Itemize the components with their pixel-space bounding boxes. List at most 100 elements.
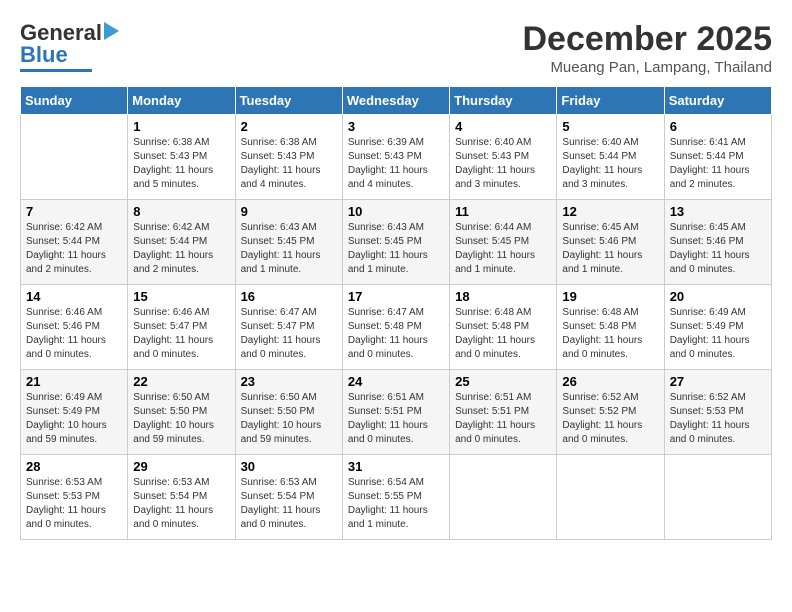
day-info: Sunrise: 6:51 AMSunset: 5:51 PMDaylight:… (348, 391, 444, 447)
day-info: Sunrise: 6:47 AMSunset: 5:47 PMDaylight:… (241, 306, 337, 362)
weekday-header-friday: Friday (557, 87, 664, 115)
day-info: Sunrise: 6:50 AMSunset: 5:50 PMDaylight:… (133, 391, 229, 447)
calendar-cell: 18Sunrise: 6:48 AMSunset: 5:48 PMDayligh… (450, 285, 557, 370)
calendar-cell: 30 Sunrise: 6:53 AMSunset: 5:54 PMDayligh… (235, 455, 342, 540)
calendar-week-row: 28Sunrise: 6:53 AMSunset: 5:53 PMDayligh… (21, 455, 772, 540)
day-info: Sunrise: 6:38 AMSunset: 5:43 PMDaylight:… (241, 136, 337, 192)
calendar-cell: 24 Sunrise: 6:51 AMSunset: 5:51 PMDayligh… (342, 370, 449, 455)
day-info: Sunrise: 6:45 AMSunset: 5:46 PMDaylight:… (562, 221, 658, 277)
weekday-header-thursday: Thursday (450, 87, 557, 115)
calendar-cell (557, 455, 664, 540)
logo-arrow-icon (104, 22, 119, 40)
day-number: 17 (348, 289, 444, 304)
day-number: 31 (348, 459, 444, 474)
calendar-cell: 11 Sunrise: 6:44 AMSunset: 5:45 PMDayligh… (450, 200, 557, 285)
calendar-cell: 20 Sunrise: 6:49 AMSunset: 5:49 PMDayligh… (664, 285, 771, 370)
day-number: 4 (455, 119, 551, 134)
calendar-cell: 23Sunrise: 6:50 AMSunset: 5:50 PMDayligh… (235, 370, 342, 455)
calendar-cell (664, 455, 771, 540)
weekday-header-wednesday: Wednesday (342, 87, 449, 115)
calendar-cell: 13 Sunrise: 6:45 AMSunset: 5:46 PMDayligh… (664, 200, 771, 285)
day-number: 21 (26, 374, 122, 389)
day-number: 13 (670, 204, 766, 219)
day-info: Sunrise: 6:45 AMSunset: 5:46 PMDaylight:… (670, 221, 766, 277)
day-number: 1 (133, 119, 229, 134)
day-info: Sunrise: 6:51 AMSunset: 5:51 PMDaylight:… (455, 391, 551, 447)
day-info: Sunrise: 6:38 AMSunset: 5:43 PMDaylight:… (133, 136, 229, 192)
calendar-cell: 17 Sunrise: 6:47 AMSunset: 5:48 PMDayligh… (342, 285, 449, 370)
day-info: Sunrise: 6:52 AMSunset: 5:53 PMDaylight:… (670, 391, 766, 447)
calendar-cell: 3Sunrise: 6:39 AMSunset: 5:43 PMDaylight… (342, 115, 449, 200)
day-info: Sunrise: 6:47 AMSunset: 5:48 PMDaylight:… (348, 306, 444, 362)
day-number: 18 (455, 289, 551, 304)
day-info: Sunrise: 6:53 AMSunset: 5:54 PMDaylight:… (133, 476, 229, 532)
page-header: General Blue December 2025 Mueang Pan, L… (20, 20, 772, 76)
day-number: 28 (26, 459, 122, 474)
day-info: Sunrise: 6:43 AMSunset: 5:45 PMDaylight:… (348, 221, 444, 277)
day-number: 7 (26, 204, 122, 219)
day-info: Sunrise: 6:52 AMSunset: 5:52 PMDaylight:… (562, 391, 658, 447)
day-number: 9 (241, 204, 337, 219)
day-number: 29 (133, 459, 229, 474)
calendar-cell: 12 Sunrise: 6:45 AMSunset: 5:46 PMDayligh… (557, 200, 664, 285)
calendar-cell: 6 Sunrise: 6:41 AMSunset: 5:44 PMDaylight… (664, 115, 771, 200)
day-number: 27 (670, 374, 766, 389)
calendar-header-row: SundayMondayTuesdayWednesdayThursdayFrid… (21, 87, 772, 115)
logo-text-general: General (20, 20, 102, 46)
calendar-table: SundayMondayTuesdayWednesdayThursdayFrid… (20, 86, 772, 540)
day-number: 24 (348, 374, 444, 389)
day-number: 3 (348, 119, 444, 134)
calendar-cell: 1 Sunrise: 6:38 AMSunset: 5:43 PMDaylight… (128, 115, 235, 200)
day-info: Sunrise: 6:46 AMSunset: 5:47 PMDaylight:… (133, 306, 229, 362)
day-number: 12 (562, 204, 658, 219)
calendar-cell: 31 Sunrise: 6:54 AMSunset: 5:55 PMDayligh… (342, 455, 449, 540)
calendar-cell: 16 Sunrise: 6:47 AMSunset: 5:47 PMDayligh… (235, 285, 342, 370)
calendar-cell: 19 Sunrise: 6:48 AMSunset: 5:48 PMDayligh… (557, 285, 664, 370)
calendar-week-row: 14Sunrise: 6:46 AMSunset: 5:46 PMDayligh… (21, 285, 772, 370)
day-info: Sunrise: 6:41 AMSunset: 5:44 PMDaylight:… (670, 136, 766, 192)
logo-underline (20, 69, 92, 72)
calendar-cell: 9 Sunrise: 6:43 AMSunset: 5:45 PMDaylight… (235, 200, 342, 285)
calendar-cell: 27 Sunrise: 6:52 AMSunset: 5:53 PMDayligh… (664, 370, 771, 455)
location-title: Mueang Pan, Lampang, Thailand (522, 59, 772, 76)
day-number: 15 (133, 289, 229, 304)
calendar-cell: 21 Sunrise: 6:49 AMSunset: 5:49 PMDayligh… (21, 370, 128, 455)
calendar-cell: 2Sunrise: 6:38 AMSunset: 5:43 PMDaylight… (235, 115, 342, 200)
day-number: 11 (455, 204, 551, 219)
day-info: Sunrise: 6:49 AMSunset: 5:49 PMDaylight:… (670, 306, 766, 362)
day-number: 23 (241, 374, 337, 389)
weekday-header-sunday: Sunday (21, 87, 128, 115)
day-number: 5 (562, 119, 658, 134)
weekday-header-saturday: Saturday (664, 87, 771, 115)
calendar-cell: 25 Sunrise: 6:51 AMSunset: 5:51 PMDayligh… (450, 370, 557, 455)
calendar-cell: 4Sunrise: 6:40 AMSunset: 5:43 PMDaylight… (450, 115, 557, 200)
day-info: Sunrise: 6:48 AMSunset: 5:48 PMDaylight:… (562, 306, 658, 362)
weekday-header-monday: Monday (128, 87, 235, 115)
calendar-cell: 29 Sunrise: 6:53 AMSunset: 5:54 PMDayligh… (128, 455, 235, 540)
day-info: Sunrise: 6:43 AMSunset: 5:45 PMDaylight:… (241, 221, 337, 277)
day-number: 22 (133, 374, 229, 389)
day-info: Sunrise: 6:42 AMSunset: 5:44 PMDaylight:… (26, 221, 122, 277)
calendar-cell: 8Sunrise: 6:42 AMSunset: 5:44 PMDaylight… (128, 200, 235, 285)
calendar-cell: 28Sunrise: 6:53 AMSunset: 5:53 PMDayligh… (21, 455, 128, 540)
logo: General Blue (20, 20, 119, 72)
day-number: 20 (670, 289, 766, 304)
day-number: 30 (241, 459, 337, 474)
calendar-cell: 15 Sunrise: 6:46 AMSunset: 5:47 PMDayligh… (128, 285, 235, 370)
calendar-cell: 22 Sunrise: 6:50 AMSunset: 5:50 PMDayligh… (128, 370, 235, 455)
day-info: Sunrise: 6:53 AMSunset: 5:54 PMDaylight:… (241, 476, 337, 532)
day-number: 10 (348, 204, 444, 219)
day-number: 6 (670, 119, 766, 134)
calendar-cell: 7 Sunrise: 6:42 AMSunset: 5:44 PMDaylight… (21, 200, 128, 285)
day-info: Sunrise: 6:46 AMSunset: 5:46 PMDaylight:… (26, 306, 122, 362)
day-number: 19 (562, 289, 658, 304)
day-number: 25 (455, 374, 551, 389)
calendar-cell (21, 115, 128, 200)
day-number: 26 (562, 374, 658, 389)
day-info: Sunrise: 6:42 AMSunset: 5:44 PMDaylight:… (133, 221, 229, 277)
day-info: Sunrise: 6:44 AMSunset: 5:45 PMDaylight:… (455, 221, 551, 277)
day-info: Sunrise: 6:54 AMSunset: 5:55 PMDaylight:… (348, 476, 444, 532)
calendar-cell (450, 455, 557, 540)
day-info: Sunrise: 6:49 AMSunset: 5:49 PMDaylight:… (26, 391, 122, 447)
day-number: 16 (241, 289, 337, 304)
